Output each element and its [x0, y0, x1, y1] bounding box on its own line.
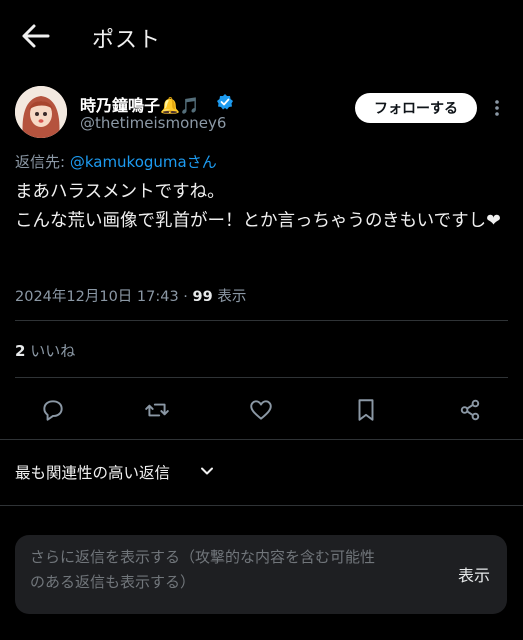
- tweet-text: まあハラスメントですね。 こんな荒い画像で乳首がー！とか言っちゃうのきもいですし…: [15, 182, 501, 231]
- divider: [15, 320, 508, 321]
- show-more-replies-box[interactable]: さらに返信を表示する（攻撃的な内容を含む可能性 のある返信も表示する） 表示: [15, 535, 507, 614]
- reply-icon[interactable]: [33, 390, 73, 430]
- divider: [0, 439, 523, 440]
- view-count: 99: [192, 289, 213, 305]
- tweet-meta: 2024年12月10日 17:43 · 99 表示: [15, 285, 246, 306]
- meta-separator: ·: [178, 289, 193, 305]
- share-icon[interactable]: [450, 390, 490, 430]
- retweet-icon[interactable]: [137, 390, 177, 430]
- divider: [0, 505, 523, 506]
- like-icon[interactable]: [241, 390, 281, 430]
- user-handle[interactable]: @thetimeismoney6: [80, 114, 226, 132]
- reply-to-line: 返信先: @kamukogumaさん: [15, 151, 217, 172]
- page-title: ポスト: [92, 28, 162, 53]
- action-bar: [0, 390, 523, 430]
- follow-button[interactable]: フォローする: [355, 93, 477, 123]
- likes-summary[interactable]: 2 いいね: [15, 340, 75, 361]
- reply-mention-link[interactable]: @kamukogumaさん: [70, 153, 217, 171]
- likes-count: 2: [15, 342, 26, 360]
- divider: [15, 377, 508, 378]
- views-label: 表示: [212, 289, 247, 305]
- display-name[interactable]: 時乃鐘鳴子🔔🎵: [80, 92, 200, 116]
- show-button[interactable]: 表示: [458, 562, 490, 586]
- show-more-replies-text: さらに返信を表示する（攻撃的な内容を含む可能性 のある返信も表示する）: [30, 548, 376, 591]
- verified-badge-icon: [216, 93, 234, 111]
- bookmark-icon[interactable]: [346, 390, 386, 430]
- chevron-down-icon[interactable]: [200, 463, 214, 477]
- likes-label: いいね: [25, 342, 76, 360]
- avatar[interactable]: [15, 86, 67, 138]
- reply-prefix: 返信先:: [15, 153, 70, 171]
- more-options-icon[interactable]: [489, 98, 505, 118]
- back-arrow-icon[interactable]: [18, 20, 54, 52]
- top-bar: ポスト: [0, 0, 523, 72]
- reply-sort-label[interactable]: 最も関連性の高い返信: [15, 461, 170, 483]
- timestamp[interactable]: 2024年12月10日 17:43: [15, 289, 179, 305]
